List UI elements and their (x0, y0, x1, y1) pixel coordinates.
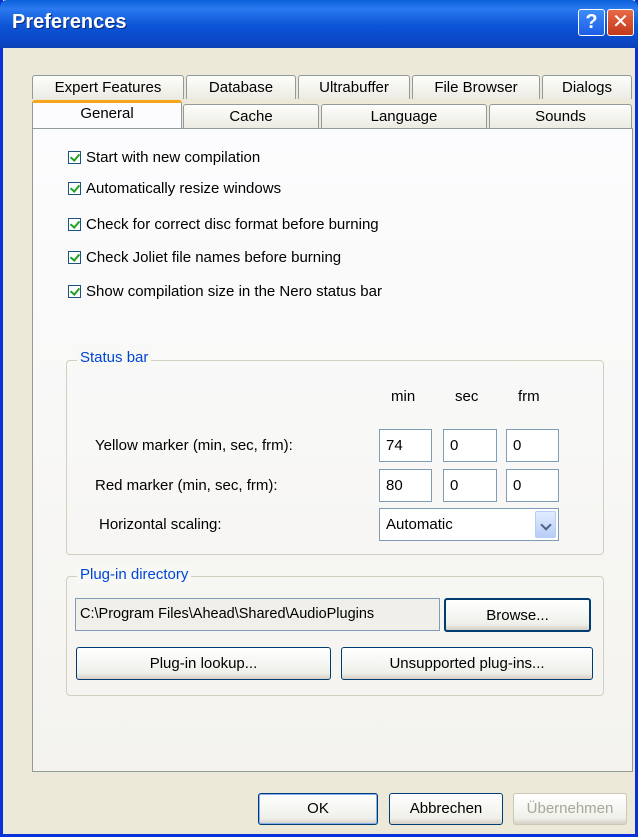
red-marker-label: Red marker (min, sec, frm): (95, 477, 278, 494)
checkbox-resize-windows[interactable]: Automatically resize windows (68, 177, 281, 199)
tab-file-browser[interactable]: File Browser (412, 75, 540, 99)
close-button[interactable]: ✕ (607, 9, 634, 36)
tab-language[interactable]: Language (321, 104, 487, 128)
horizontal-scaling-value: Automatic (386, 516, 453, 533)
checkbox-checked-icon[interactable] (68, 181, 81, 195)
yellow-marker-sec-input[interactable]: 0 (443, 429, 497, 462)
help-button[interactable]: ? (578, 9, 605, 36)
preferences-window: Preferences ? ✕ Expert Features Database… (0, 0, 638, 837)
status-bar-group-title: Status bar (77, 349, 152, 366)
checkbox-label: Automatically resize windows (86, 179, 282, 197)
title-bar[interactable]: Preferences ? ✕ (0, 0, 638, 48)
unsupported-plugins-button[interactable]: Unsupported plug-ins... (341, 647, 593, 680)
horizontal-scaling-select[interactable]: Automatic (379, 508, 559, 541)
window-title: Preferences (12, 11, 127, 33)
tab-dialogs[interactable]: Dialogs (542, 75, 632, 99)
close-icon: ✕ (612, 11, 629, 33)
checkbox-label: Show compilation size in the Nero status… (86, 282, 382, 300)
horizontal-scaling-label: Horizontal scaling: (99, 516, 222, 533)
plugin-path-field[interactable]: C:\Program Files\Ahead\Shared\AudioPlugi… (75, 598, 440, 631)
tab-cache[interactable]: Cache (183, 104, 319, 128)
plugin-lookup-button[interactable]: Plug-in lookup... (76, 647, 331, 680)
help-icon: ? (585, 11, 598, 33)
checkbox-check-disc-format[interactable]: Check for correct disc format before bur… (68, 213, 379, 235)
tab-general[interactable]: General (32, 100, 182, 128)
red-marker-frm-input[interactable]: 0 (506, 469, 559, 502)
chevron-down-icon[interactable] (535, 511, 556, 538)
checkbox-checked-icon[interactable] (68, 217, 81, 231)
checkbox-checked-icon[interactable] (68, 150, 81, 164)
red-marker-sec-input[interactable]: 0 (443, 469, 497, 502)
tab-database[interactable]: Database (186, 75, 296, 99)
tab-sounds[interactable]: Sounds (489, 104, 632, 128)
checkbox-label: Start with new compilation (86, 148, 261, 166)
red-marker-min-input[interactable]: 80 (379, 469, 432, 502)
checkbox-checked-icon[interactable] (68, 284, 81, 298)
cancel-button[interactable]: Abbrechen (389, 793, 503, 825)
column-header-frm: frm (518, 388, 540, 405)
tab-ultrabuffer[interactable]: Ultrabuffer (298, 75, 410, 99)
plugin-directory-group-title: Plug-in directory (77, 566, 192, 583)
checkbox-checked-icon[interactable] (68, 250, 81, 264)
checkbox-label: Check for correct disc format before bur… (86, 215, 379, 233)
checkbox-start-new-compilation[interactable]: Start with new compilation (68, 146, 260, 168)
tab-expert-features[interactable]: Expert Features (32, 75, 184, 99)
ok-button[interactable]: OK (258, 793, 378, 825)
column-header-sec: sec (455, 388, 479, 405)
checkbox-show-compilation-size[interactable]: Show compilation size in the Nero status… (68, 280, 382, 302)
checkbox-label: Check Joliet file names before burning (86, 248, 342, 266)
yellow-marker-frm-input[interactable]: 0 (506, 429, 559, 462)
yellow-marker-label: Yellow marker (min, sec, frm): (95, 437, 293, 454)
apply-button[interactable]: Übernehmen (513, 793, 627, 825)
column-header-min: min (391, 388, 416, 405)
checkbox-check-joliet[interactable]: Check Joliet file names before burning (68, 246, 341, 268)
browse-button[interactable]: Browse... (444, 598, 591, 632)
yellow-marker-min-input[interactable]: 74 (379, 429, 432, 462)
